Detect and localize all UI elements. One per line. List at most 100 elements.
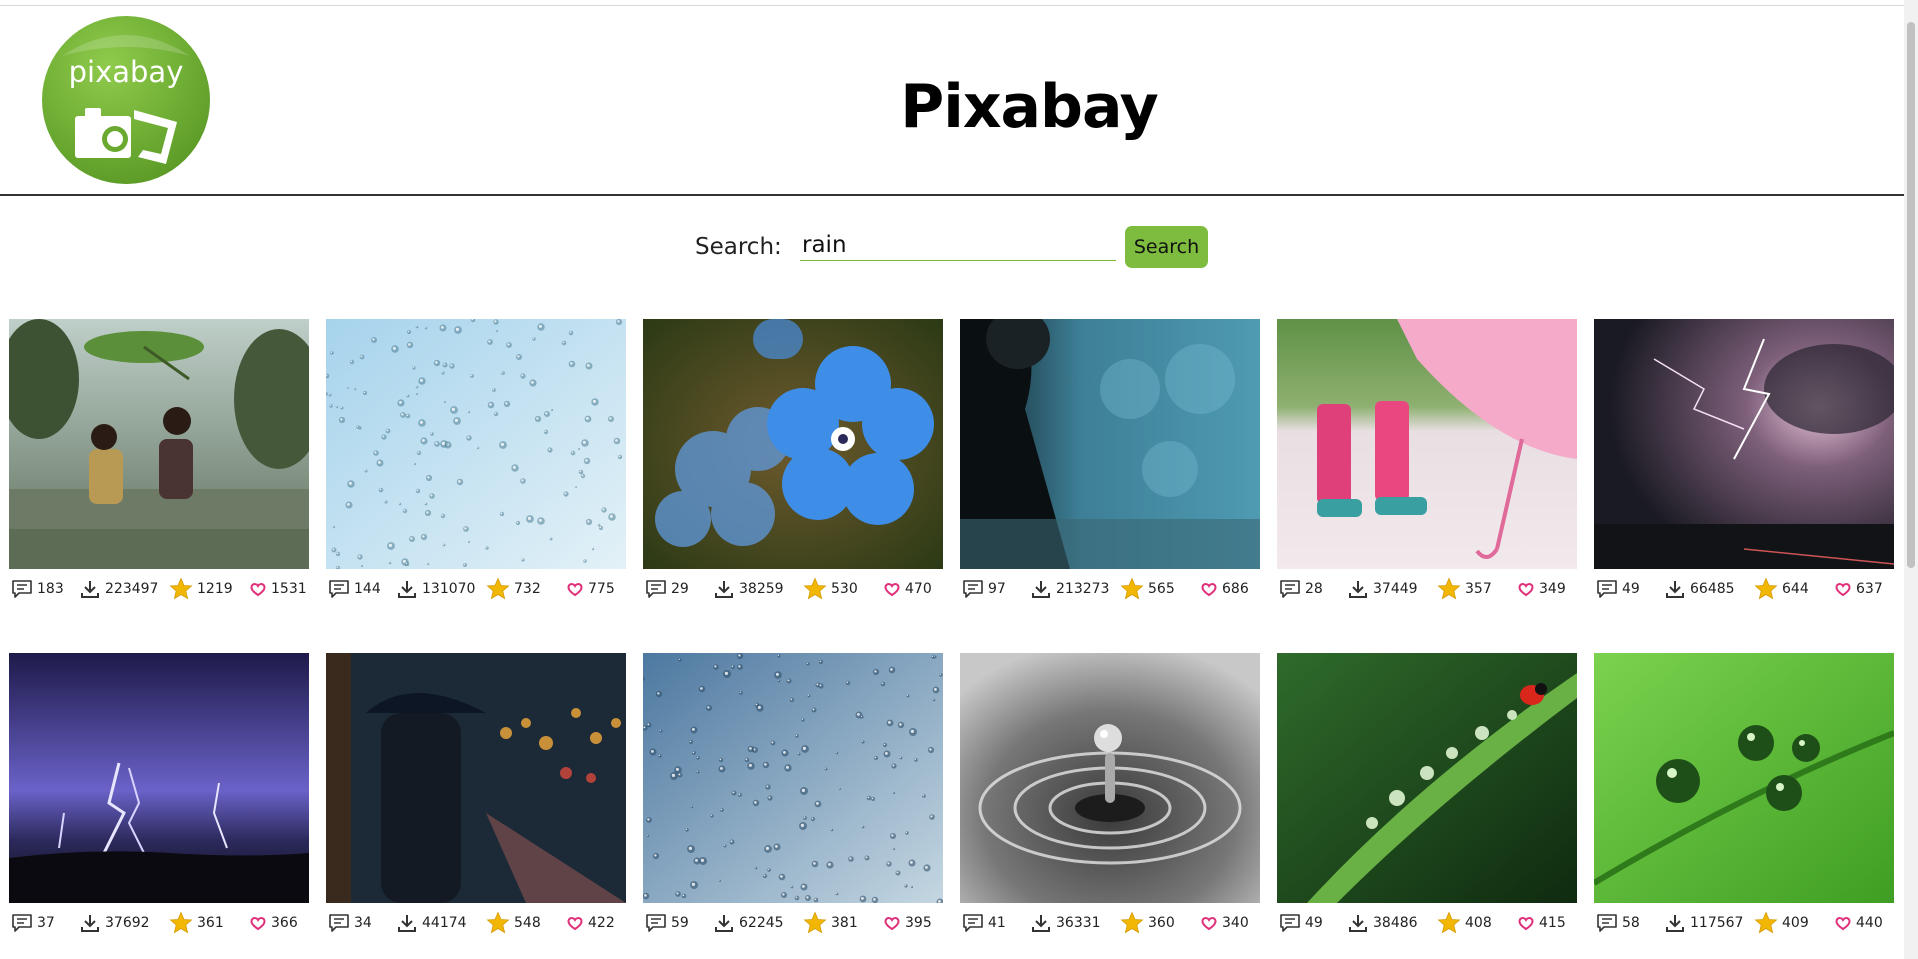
downloads-stat: 66485	[1664, 575, 1735, 603]
search-input[interactable]	[800, 230, 1116, 261]
likes-stat: 395	[883, 909, 932, 937]
comments-stat: 34	[328, 909, 372, 937]
image-card[interactable]: 59 62245 381 395	[643, 653, 943, 943]
favorites-count: 530	[831, 581, 858, 597]
likes-stat: 415	[1517, 909, 1566, 937]
favorites-stat: 548	[486, 909, 541, 937]
comments-count: 28	[1305, 581, 1323, 597]
image-thumbnail[interactable]	[9, 653, 309, 903]
download-icon	[398, 581, 416, 598]
favorites-stat: 530	[803, 575, 858, 603]
comments-stat: 183	[11, 575, 64, 603]
download-icon	[1666, 581, 1684, 598]
image-thumbnail[interactable]	[960, 653, 1260, 903]
heart-icon	[1835, 917, 1851, 931]
image-thumbnail[interactable]	[643, 319, 943, 569]
comments-stat: 58	[1596, 909, 1640, 937]
image-stats: 37 37692 361 366	[9, 909, 309, 937]
favorites-count: 360	[1148, 915, 1175, 931]
comments-stat: 41	[962, 909, 1006, 937]
image-stats: 49 66485 644 637	[1594, 575, 1894, 603]
image-thumbnail[interactable]	[1277, 653, 1577, 903]
download-icon	[398, 915, 416, 932]
scrollbar-thumb[interactable]	[1907, 22, 1915, 568]
download-icon	[81, 581, 99, 598]
downloads-stat: 44174	[396, 909, 467, 937]
favorites-count: 381	[831, 915, 858, 931]
downloads-count: 213273	[1056, 581, 1110, 597]
downloads-count: 38486	[1373, 915, 1418, 931]
download-icon	[715, 581, 733, 598]
downloads-stat: 213273	[1030, 575, 1109, 603]
likes-stat: 366	[249, 909, 298, 937]
comment-icon	[1280, 580, 1300, 598]
star-icon	[1120, 577, 1144, 600]
comments-count: 34	[354, 915, 372, 931]
favorites-stat: 381	[803, 909, 858, 937]
star-icon	[486, 577, 510, 600]
comment-icon	[1280, 914, 1300, 932]
comments-stat: 28	[1279, 575, 1323, 603]
image-card[interactable]: 28 37449 357 349	[1277, 319, 1577, 609]
search-button[interactable]: Search	[1125, 226, 1208, 268]
comment-icon	[329, 580, 349, 598]
downloads-stat: 36331	[1030, 909, 1101, 937]
comment-icon	[963, 914, 983, 932]
favorites-stat: 360	[1120, 909, 1175, 937]
image-card[interactable]: 97 213273 565 686	[960, 319, 1260, 609]
comments-count: 97	[988, 581, 1006, 597]
comment-icon	[646, 914, 666, 932]
image-card[interactable]: 29 38259 530 470	[643, 319, 943, 609]
image-stats: 97 213273 565 686	[960, 575, 1260, 603]
heart-icon	[1835, 583, 1851, 597]
scrollbar[interactable]	[1904, 0, 1918, 959]
image-card[interactable]: 58 117567 409 440	[1594, 653, 1894, 943]
favorites-stat: 732	[486, 575, 541, 603]
comments-stat: 59	[645, 909, 689, 937]
star-icon	[1754, 911, 1778, 934]
downloads-count: 37692	[105, 915, 150, 931]
heart-icon	[250, 917, 266, 931]
comments-stat: 144	[328, 575, 381, 603]
image-thumbnail[interactable]	[326, 319, 626, 569]
comments-stat: 37	[11, 909, 55, 937]
image-thumbnail[interactable]	[1594, 319, 1894, 569]
downloads-stat: 38486	[1347, 909, 1418, 937]
comments-stat: 97	[962, 575, 1006, 603]
likes-count: 1531	[271, 581, 307, 597]
image-stats: 28 37449 357 349	[1277, 575, 1577, 603]
comments-count: 37	[37, 915, 55, 931]
image-thumbnail[interactable]	[9, 319, 309, 569]
image-thumbnail[interactable]	[1594, 653, 1894, 903]
image-card[interactable]: 49 66485 644 637	[1594, 319, 1894, 609]
heart-icon	[884, 917, 900, 931]
star-icon	[169, 577, 193, 600]
likes-count: 349	[1539, 581, 1566, 597]
likes-stat: 470	[883, 575, 932, 603]
likes-count: 395	[905, 915, 932, 931]
image-thumbnail[interactable]	[326, 653, 626, 903]
image-thumbnail[interactable]	[960, 319, 1260, 569]
comments-count: 144	[354, 581, 381, 597]
page-title: Pixabay	[900, 72, 1158, 142]
image-card[interactable]: 34 44174 548 422	[326, 653, 626, 943]
likes-count: 440	[1856, 915, 1883, 931]
star-icon	[1754, 577, 1778, 600]
image-card[interactable]: 144 131070 732 775	[326, 319, 626, 609]
likes-stat: 775	[566, 575, 615, 603]
likes-count: 470	[905, 581, 932, 597]
download-icon	[81, 915, 99, 932]
image-card[interactable]: 37 37692 361 366	[9, 653, 309, 943]
heart-icon	[1201, 917, 1217, 931]
download-icon	[715, 915, 733, 932]
image-card[interactable]: 41 36331 360 340	[960, 653, 1260, 943]
image-stats: 183 223497 1219 1531	[9, 575, 309, 603]
image-thumbnail[interactable]	[1277, 319, 1577, 569]
likes-count: 637	[1856, 581, 1883, 597]
image-card[interactable]: 183 223497 1219 1531	[9, 319, 309, 609]
favorites-stat: 408	[1437, 909, 1492, 937]
image-thumbnail[interactable]	[643, 653, 943, 903]
image-card[interactable]: 49 38486 408 415	[1277, 653, 1577, 943]
search-bar: Search: Search	[0, 226, 1904, 270]
star-icon	[1437, 577, 1461, 600]
